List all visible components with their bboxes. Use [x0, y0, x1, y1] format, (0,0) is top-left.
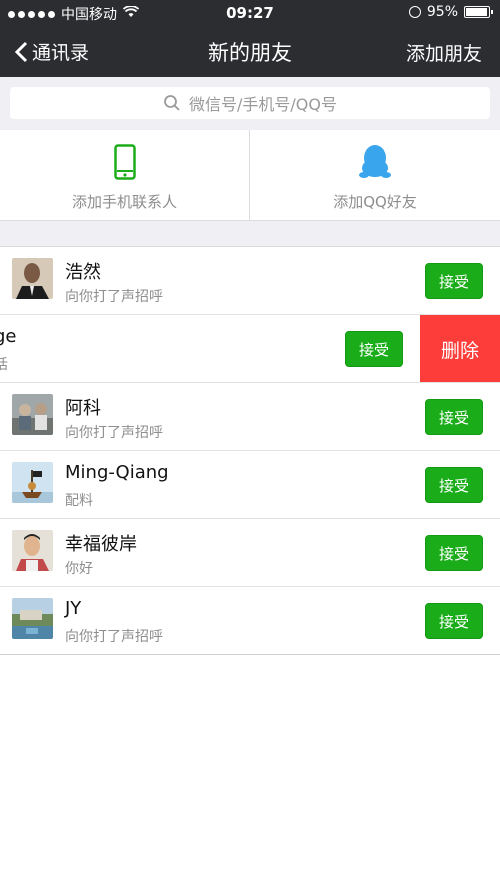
contact-message: 话	[0, 357, 8, 373]
top-bar: 中国移动 09:27 95% 通讯录 新的朋友 添加朋友	[0, 0, 500, 77]
friend-request-list: 浩然 向你打了声招呼 接受 ge 话 接受 删除 阿科 向你打了声招呼 接受 M…	[0, 246, 500, 655]
contact-message: 向你打了声招呼	[65, 425, 163, 441]
list-item[interactable]: ge 话 接受 删除	[0, 315, 500, 383]
accept-button[interactable]: 接受	[425, 399, 483, 435]
accept-button[interactable]: 接受	[425, 467, 483, 503]
contact-message: 向你打了声招呼	[65, 629, 163, 645]
orientation-lock-icon	[408, 6, 421, 18]
contact-name: 浩然	[65, 262, 101, 283]
search-area: 微信号/手机号/QQ号	[0, 77, 500, 130]
search-placeholder: 微信号/手机号/QQ号	[189, 95, 337, 114]
add-phone-contacts-button[interactable]: 添加手机联系人	[0, 130, 250, 221]
add-qq-friends-button[interactable]: 添加QQ好友	[250, 130, 500, 221]
list-item[interactable]: JY 向你打了声招呼 接受	[0, 587, 500, 655]
delete-button[interactable]: 删除	[420, 315, 500, 383]
contact-message: 你好	[65, 561, 93, 577]
add-qq-friends-label: 添加QQ好友	[333, 193, 417, 211]
avatar	[12, 462, 53, 503]
battery-percent: 95%	[426, 4, 458, 20]
accept-button[interactable]: 接受	[425, 263, 483, 299]
contact-name: JY	[65, 598, 82, 619]
status-bar: 中国移动 09:27 95%	[0, 0, 500, 26]
list-item[interactable]: 幸福彼岸 你好 接受	[0, 519, 500, 587]
accept-button[interactable]: 接受	[425, 603, 483, 639]
avatar	[12, 258, 53, 299]
list-item[interactable]: Ming-Qiang 配料 接受	[0, 451, 500, 519]
contact-message: 配料	[65, 493, 93, 509]
contact-name: Ming-Qiang	[65, 462, 169, 483]
avatar	[12, 598, 53, 639]
status-right: 95%	[408, 4, 493, 20]
list-item[interactable]: 浩然 向你打了声招呼 接受	[0, 247, 500, 315]
qq-penguin-icon	[359, 145, 391, 178]
accept-button[interactable]: 接受	[345, 331, 403, 367]
contact-name: 幸福彼岸	[65, 534, 137, 555]
add-friend-button[interactable]: 添加朋友	[406, 39, 482, 66]
add-phone-contacts-label: 添加手机联系人	[71, 193, 177, 211]
battery-icon	[464, 6, 493, 18]
search-input[interactable]: 微信号/手机号/QQ号	[10, 87, 490, 119]
search-icon	[164, 95, 180, 111]
navigation-bar: 通讯录 新的朋友 添加朋友	[0, 26, 500, 77]
contact-name: 阿科	[65, 398, 101, 419]
list-item[interactable]: 阿科 向你打了声招呼 接受	[0, 383, 500, 451]
section-divider	[0, 221, 500, 246]
phone-icon	[113, 144, 136, 180]
accept-button[interactable]: 接受	[425, 535, 483, 571]
contact-message: 向你打了声招呼	[65, 289, 163, 305]
quick-add-panel: 添加手机联系人 添加QQ好友	[0, 130, 500, 221]
contact-name: ge	[0, 326, 17, 347]
avatar	[12, 530, 53, 571]
avatar	[12, 394, 53, 435]
